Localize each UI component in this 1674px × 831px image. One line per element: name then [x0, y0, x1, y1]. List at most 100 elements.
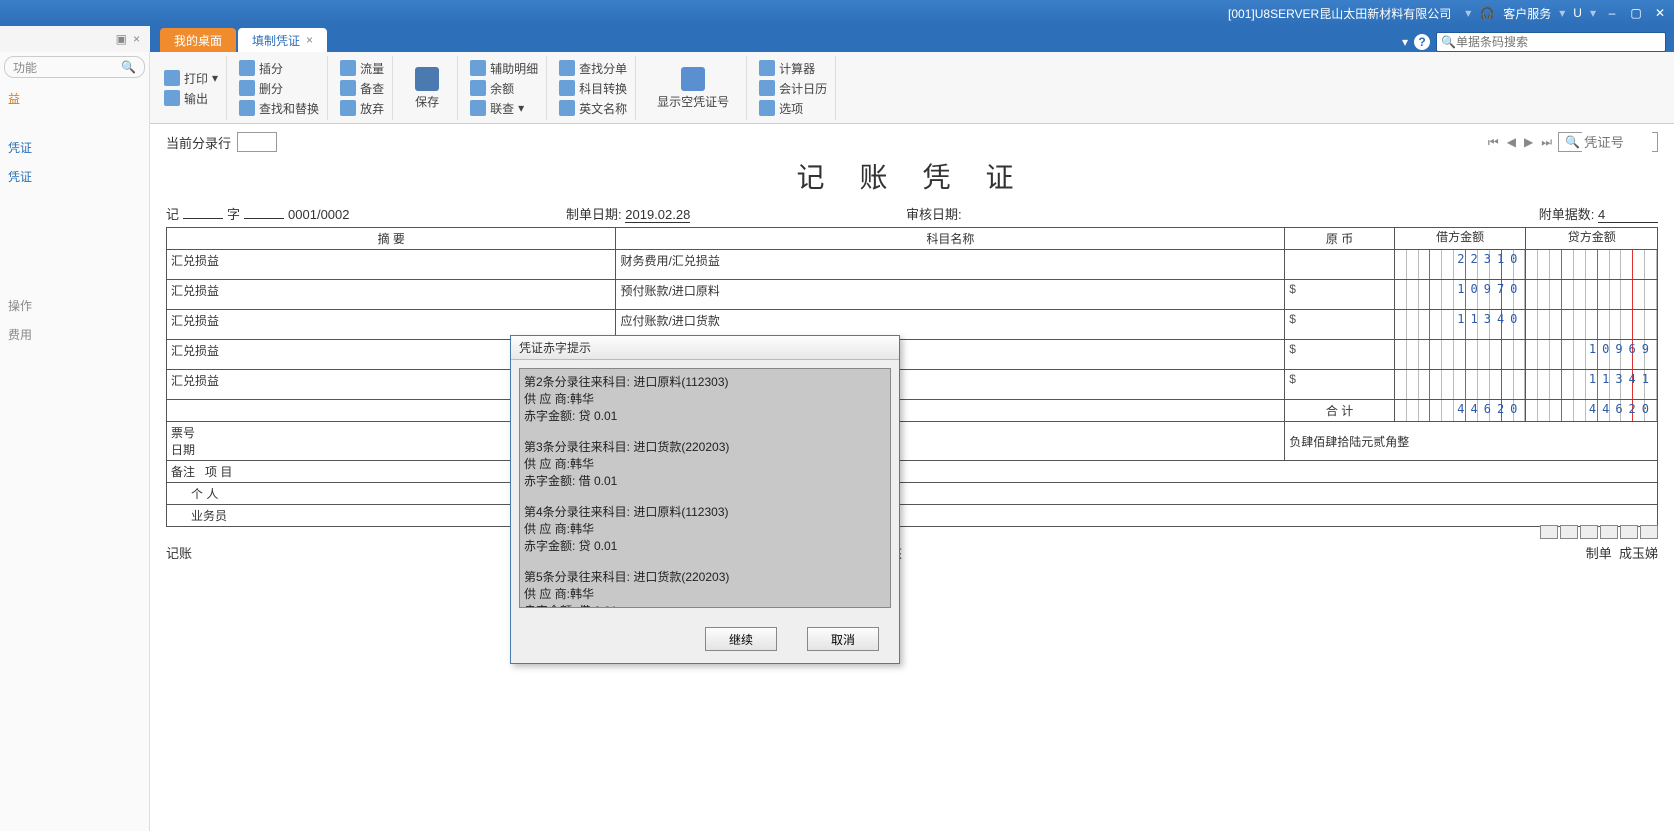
- currency-cell[interactable]: $: [1285, 310, 1395, 340]
- mini-btn-4[interactable]: [1600, 525, 1618, 539]
- voucher-no-search[interactable]: 🔍: [1558, 132, 1658, 152]
- table-row[interactable]: 汇兑损益预付账款/进口原料$10970: [167, 280, 1658, 310]
- make-date-label: 制单日期:: [566, 207, 622, 222]
- search-icon: 🔍: [121, 60, 136, 74]
- sidebar-item-0[interactable]: 益: [4, 84, 145, 113]
- pin-icon[interactable]: ▣: [116, 32, 127, 46]
- ribbon: 打印 ▾ 输出 插分 删分 查找和替换 流量 备查 放弃 保存 辅助明细 余额 …: [150, 52, 1674, 124]
- foot-audit: 审核: [876, 543, 1586, 562]
- u-menu[interactable]: U: [1573, 6, 1582, 20]
- debit-cell[interactable]: 22310: [1394, 250, 1526, 280]
- calculator-button[interactable]: 计算器: [759, 59, 827, 77]
- aux-detail-button[interactable]: 辅助明细: [470, 59, 538, 77]
- sidebar-item-1[interactable]: 凭证: [4, 133, 145, 162]
- first-icon[interactable]: ⏮: [1486, 135, 1501, 150]
- sidebar-item-2[interactable]: 凭证: [4, 162, 145, 191]
- voucher-no-input[interactable]: [1582, 132, 1652, 152]
- th-debit: 借方金额: [1394, 228, 1526, 250]
- audit-date-label: 审核日期:: [906, 207, 962, 222]
- table-row[interactable]: 汇兑损益$10969: [167, 340, 1658, 370]
- cancel-button[interactable]: 取消: [807, 627, 879, 651]
- mini-btn-3[interactable]: [1580, 525, 1598, 539]
- company-label: [001]U8SERVER昆山太田新材料有限公司: [1228, 5, 1451, 22]
- mini-btn-6[interactable]: [1640, 525, 1658, 539]
- summary-cell[interactable]: 汇兑损益: [167, 250, 616, 280]
- close-panel-icon[interactable]: ×: [133, 32, 140, 46]
- save-button[interactable]: 保存: [405, 56, 449, 120]
- abandon-icon: [340, 100, 356, 116]
- foot-make: 制单: [1586, 546, 1612, 561]
- sidebar-item-5[interactable]: 操作: [4, 291, 145, 320]
- show-empty-no-button[interactable]: 显示空凭证号: [648, 56, 738, 120]
- dropdown-icon[interactable]: ▾: [1402, 35, 1408, 49]
- debit-cell[interactable]: 10970: [1394, 280, 1526, 310]
- english-name-button[interactable]: 英文名称: [559, 99, 627, 117]
- mini-btn-2[interactable]: [1560, 525, 1578, 539]
- currency-cell[interactable]: $: [1285, 340, 1395, 370]
- debit-cell[interactable]: [1394, 340, 1526, 370]
- table-row[interactable]: 汇兑损益$11341: [167, 370, 1658, 400]
- export-button[interactable]: 输出: [164, 89, 218, 107]
- abandon-button[interactable]: 放弃: [340, 99, 384, 117]
- last-icon[interactable]: ⏭: [1539, 135, 1554, 150]
- summary-cell[interactable]: 汇兑损益: [167, 280, 616, 310]
- table-row[interactable]: 汇兑损益应付账款/进口货款$11340: [167, 310, 1658, 340]
- currency-cell[interactable]: [1285, 250, 1395, 280]
- make-date-value[interactable]: 2019.02.28: [625, 207, 690, 223]
- calendar-icon: [759, 80, 775, 96]
- link-icon: [470, 100, 486, 116]
- tab-voucher[interactable]: 填制凭证×: [238, 28, 327, 52]
- subject-cell[interactable]: 预付账款/进口原料: [616, 280, 1285, 310]
- currency-cell[interactable]: $: [1285, 370, 1395, 400]
- flow-icon: [340, 60, 356, 76]
- mini-btn-5[interactable]: [1620, 525, 1638, 539]
- service-label[interactable]: 客户服务: [1503, 5, 1551, 22]
- next-icon[interactable]: ▶: [1522, 135, 1535, 149]
- audit-button[interactable]: 备查: [340, 79, 384, 97]
- dialog-message[interactable]: 第2条分录往来科目: 进口原料(112303) 供 应 商:韩华 赤字金额: 贷…: [519, 368, 891, 608]
- debit-cell[interactable]: 11340: [1394, 310, 1526, 340]
- tab-close-icon[interactable]: ×: [306, 33, 313, 47]
- flow-button[interactable]: 流量: [340, 59, 384, 77]
- link-query-button[interactable]: 联查 ▾: [470, 99, 538, 117]
- subject-cell[interactable]: 财务费用/汇兑损益: [616, 250, 1285, 280]
- th-summary: 摘 要: [167, 228, 616, 250]
- total-credit: 44620: [1526, 400, 1658, 422]
- help-icon[interactable]: ?: [1414, 34, 1430, 50]
- minimize-icon[interactable]: –: [1604, 5, 1620, 21]
- table-row[interactable]: 汇兑损益财务费用/汇兑损益 22310: [167, 250, 1658, 280]
- credit-cell[interactable]: 10969: [1526, 340, 1658, 370]
- voucher-content: 当前分录行 ⏮ ◀ ▶ ⏭ 🔍 记 账 凭 证 记 字 0001/0002 制单…: [150, 124, 1674, 831]
- attach-value[interactable]: 4: [1598, 207, 1658, 223]
- find-replace-button[interactable]: 查找和替换: [239, 99, 319, 117]
- detail-icon: [470, 60, 486, 76]
- continue-button[interactable]: 继续: [705, 627, 777, 651]
- debit-cell[interactable]: [1394, 370, 1526, 400]
- print-button[interactable]: 打印 ▾: [164, 69, 218, 87]
- dropdown-icon[interactable]: ▾: [1465, 6, 1471, 20]
- tab-desktop[interactable]: 我的桌面: [160, 28, 236, 52]
- currency-cell[interactable]: $: [1285, 280, 1395, 310]
- function-search[interactable]: 功能🔍: [4, 56, 145, 78]
- barcode-search[interactable]: 🔍: [1436, 32, 1666, 52]
- mini-btn-1[interactable]: [1540, 525, 1558, 539]
- options-button[interactable]: 选项: [759, 99, 827, 117]
- credit-cell[interactable]: [1526, 310, 1658, 340]
- balance-button[interactable]: 余额: [470, 79, 538, 97]
- find-split-button[interactable]: 查找分单: [559, 59, 627, 77]
- insert-row-button[interactable]: 插分: [239, 59, 319, 77]
- mini-toolbar: [166, 525, 1658, 539]
- prev-icon[interactable]: ◀: [1505, 135, 1518, 149]
- current-row-input[interactable]: [237, 132, 277, 152]
- calendar-button[interactable]: 会计日历: [759, 79, 827, 97]
- credit-cell[interactable]: [1526, 250, 1658, 280]
- sidebar-item-6[interactable]: 费用: [4, 320, 145, 349]
- credit-cell[interactable]: [1526, 280, 1658, 310]
- subject-switch-button[interactable]: 科目转换: [559, 79, 627, 97]
- barcode-search-input[interactable]: [1456, 35, 1661, 49]
- close-icon[interactable]: ✕: [1652, 5, 1668, 21]
- headset-icon[interactable]: 🎧: [1479, 5, 1495, 21]
- maximize-icon[interactable]: ▢: [1628, 5, 1644, 21]
- credit-cell[interactable]: 11341: [1526, 370, 1658, 400]
- delete-row-button[interactable]: 删分: [239, 79, 319, 97]
